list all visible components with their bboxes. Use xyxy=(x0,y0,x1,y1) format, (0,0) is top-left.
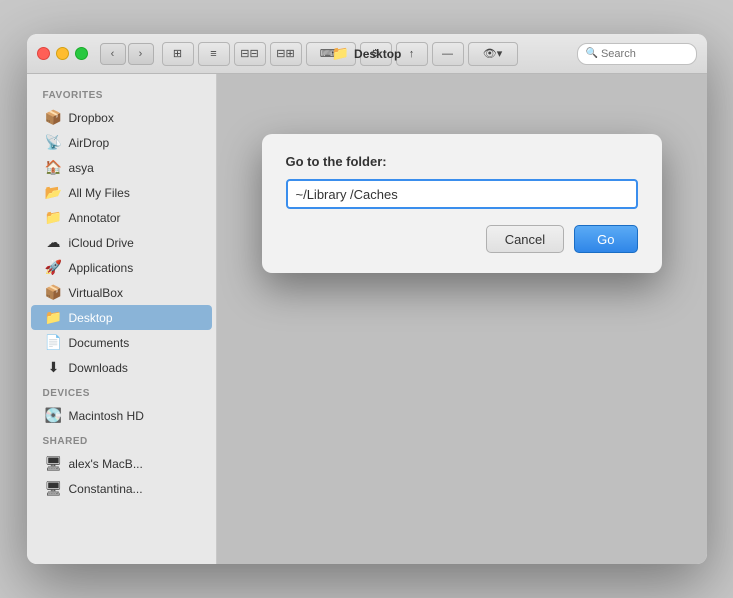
sidebar-item-all-my-files[interactable]: 📂 All My Files xyxy=(31,180,212,205)
network-computer-icon-2: 🖥 xyxy=(45,480,63,497)
sidebar-item-label: Annotator xyxy=(69,211,121,225)
dropbox-icon: 📦 xyxy=(45,109,63,126)
sidebar-item-label: Constantina... xyxy=(69,482,143,496)
edit-tags-button[interactable]: — xyxy=(432,42,464,66)
sidebar-item-label: iCloud Drive xyxy=(69,236,134,250)
sidebar-item-documents[interactable]: 📄 Documents xyxy=(31,330,212,355)
view-icon-column[interactable]: ⊟⊟ xyxy=(234,42,266,66)
cancel-button[interactable]: Cancel xyxy=(486,225,564,253)
sidebar-item-desktop[interactable]: 📁 Desktop xyxy=(31,305,212,330)
search-input[interactable] xyxy=(601,48,688,60)
sidebar-item-label: asya xyxy=(69,161,94,175)
applications-icon: 🚀 xyxy=(45,259,63,276)
sidebar-item-applications[interactable]: 🚀 Applications xyxy=(31,255,212,280)
sidebar-item-label: Applications xyxy=(69,261,134,275)
all-files-icon: 📂 xyxy=(45,184,63,201)
home-icon: 🏠 xyxy=(45,159,63,176)
sidebar-item-label: Macintosh HD xyxy=(69,409,144,423)
nav-buttons: ‹ › xyxy=(100,43,154,65)
sidebar-item-constantina[interactable]: 🖥 Constantina... xyxy=(31,476,212,501)
sidebar-item-label: Dropbox xyxy=(69,111,114,125)
titlebar: ‹ › ⊞ ≡ ⊟⊟ ⊟⊞ ⌨▾ ⚙ ↑ — 👁▾ 📁 Desktop 🔍 xyxy=(27,34,707,74)
sidebar-item-label: alex's MacB... xyxy=(69,457,143,471)
sidebar-item-label: Documents xyxy=(69,336,130,350)
downloads-icon: ⬇ xyxy=(45,359,63,376)
search-icon: 🔍 xyxy=(586,48,598,59)
view-icon-grid[interactable]: ⊞ xyxy=(162,42,194,66)
network-computer-icon: 🖥 xyxy=(45,455,63,472)
dialog-title: Go to the folder: xyxy=(286,154,638,169)
folder-icon: 📁 xyxy=(332,45,349,62)
shared-label: Shared xyxy=(27,428,216,451)
airdrop-icon: 📡 xyxy=(45,134,63,151)
harddisk-icon: 💽 xyxy=(45,407,63,424)
go-to-folder-dialog: Go to the folder: Cancel Go xyxy=(262,134,662,273)
sidebar-item-downloads[interactable]: ⬇ Downloads xyxy=(31,355,212,380)
sidebar-item-asya[interactable]: 🏠 asya xyxy=(31,155,212,180)
sidebar-item-icloud[interactable]: ☁ iCloud Drive xyxy=(31,230,212,255)
annotator-icon: 📁 xyxy=(45,209,63,226)
documents-icon: 📄 xyxy=(45,334,63,351)
favorites-label: Favorites xyxy=(27,82,216,105)
search-box[interactable]: 🔍 xyxy=(577,43,697,65)
folder-path-input[interactable] xyxy=(286,179,638,209)
main-content: Favorites 📦 Dropbox 📡 AirDrop 🏠 asya 📂 A… xyxy=(27,74,707,564)
finder-window: ‹ › ⊞ ≡ ⊟⊟ ⊟⊞ ⌨▾ ⚙ ↑ — 👁▾ 📁 Desktop 🔍 Fa… xyxy=(27,34,707,564)
eyeview-button[interactable]: 👁▾ xyxy=(468,42,518,66)
devices-label: Devices xyxy=(27,380,216,403)
sidebar-item-label: Downloads xyxy=(69,361,128,375)
forward-button[interactable]: › xyxy=(128,43,154,65)
view-icon-list[interactable]: ≡ xyxy=(198,42,230,66)
close-button[interactable] xyxy=(37,47,50,60)
view-icon-coverflow[interactable]: ⊟⊞ xyxy=(270,42,302,66)
sidebar-item-label: All My Files xyxy=(69,186,130,200)
sidebar-item-macintosh-hd[interactable]: 💽 Macintosh HD xyxy=(31,403,212,428)
sidebar: Favorites 📦 Dropbox 📡 AirDrop 🏠 asya 📂 A… xyxy=(27,74,217,564)
sidebar-item-label: VirtualBox xyxy=(69,286,123,300)
go-button[interactable]: Go xyxy=(574,225,637,253)
window-title: Desktop xyxy=(354,47,401,61)
desktop-icon: 📁 xyxy=(45,309,63,326)
dialog-overlay: Go to the folder: Cancel Go xyxy=(217,74,707,564)
window-title-area: 📁 Desktop xyxy=(332,45,402,62)
virtualbox-icon: 📦 xyxy=(45,284,63,301)
sidebar-item-airdrop[interactable]: 📡 AirDrop xyxy=(31,130,212,155)
file-area: Go to the folder: Cancel Go xyxy=(217,74,707,564)
icloud-icon: ☁ xyxy=(45,234,63,251)
sidebar-item-annotator[interactable]: 📁 Annotator xyxy=(31,205,212,230)
sidebar-item-alexs-mac[interactable]: 🖥 alex's MacB... xyxy=(31,451,212,476)
dialog-buttons: Cancel Go xyxy=(286,225,638,253)
sidebar-item-label: Desktop xyxy=(69,311,113,325)
sidebar-item-label: AirDrop xyxy=(69,136,110,150)
maximize-button[interactable] xyxy=(75,47,88,60)
back-button[interactable]: ‹ xyxy=(100,43,126,65)
traffic-lights xyxy=(37,47,88,60)
minimize-button[interactable] xyxy=(56,47,69,60)
sidebar-item-dropbox[interactable]: 📦 Dropbox xyxy=(31,105,212,130)
sidebar-item-virtualbox[interactable]: 📦 VirtualBox xyxy=(31,280,212,305)
